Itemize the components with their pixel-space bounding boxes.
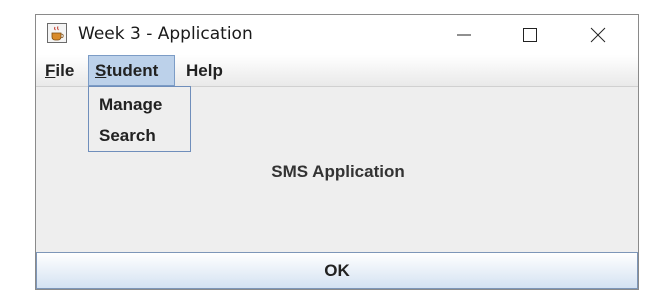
minimize-button[interactable] bbox=[441, 15, 487, 55]
menu-student-mnemonic: S bbox=[95, 61, 107, 80]
menu-help[interactable]: Help bbox=[180, 55, 232, 86]
menu-item-manage[interactable]: Manage bbox=[99, 95, 162, 115]
menu-item-search[interactable]: Search bbox=[99, 126, 156, 146]
application-window: Week 3 - Application File Student Help M… bbox=[35, 14, 639, 290]
java-cup-icon bbox=[47, 23, 67, 43]
ok-button[interactable]: OK bbox=[36, 252, 638, 289]
maximize-button[interactable] bbox=[507, 15, 553, 55]
close-button[interactable] bbox=[575, 15, 621, 55]
minimize-icon bbox=[457, 34, 471, 36]
close-icon bbox=[590, 27, 606, 43]
menu-bar: File Student Help bbox=[36, 55, 638, 87]
menu-student-label: tudent bbox=[106, 61, 159, 80]
student-dropdown-menu: Manage Search bbox=[88, 86, 191, 152]
menu-file-mnemonic: F bbox=[45, 61, 56, 80]
menu-student[interactable]: Student bbox=[88, 55, 175, 86]
menu-file-label: ile bbox=[55, 61, 75, 80]
maximize-icon bbox=[523, 28, 537, 42]
menu-file[interactable]: File bbox=[39, 55, 83, 86]
title-bar[interactable]: Week 3 - Application bbox=[36, 15, 638, 55]
app-label: SMS Application bbox=[271, 162, 405, 181]
window-title: Week 3 - Application bbox=[78, 24, 253, 44]
